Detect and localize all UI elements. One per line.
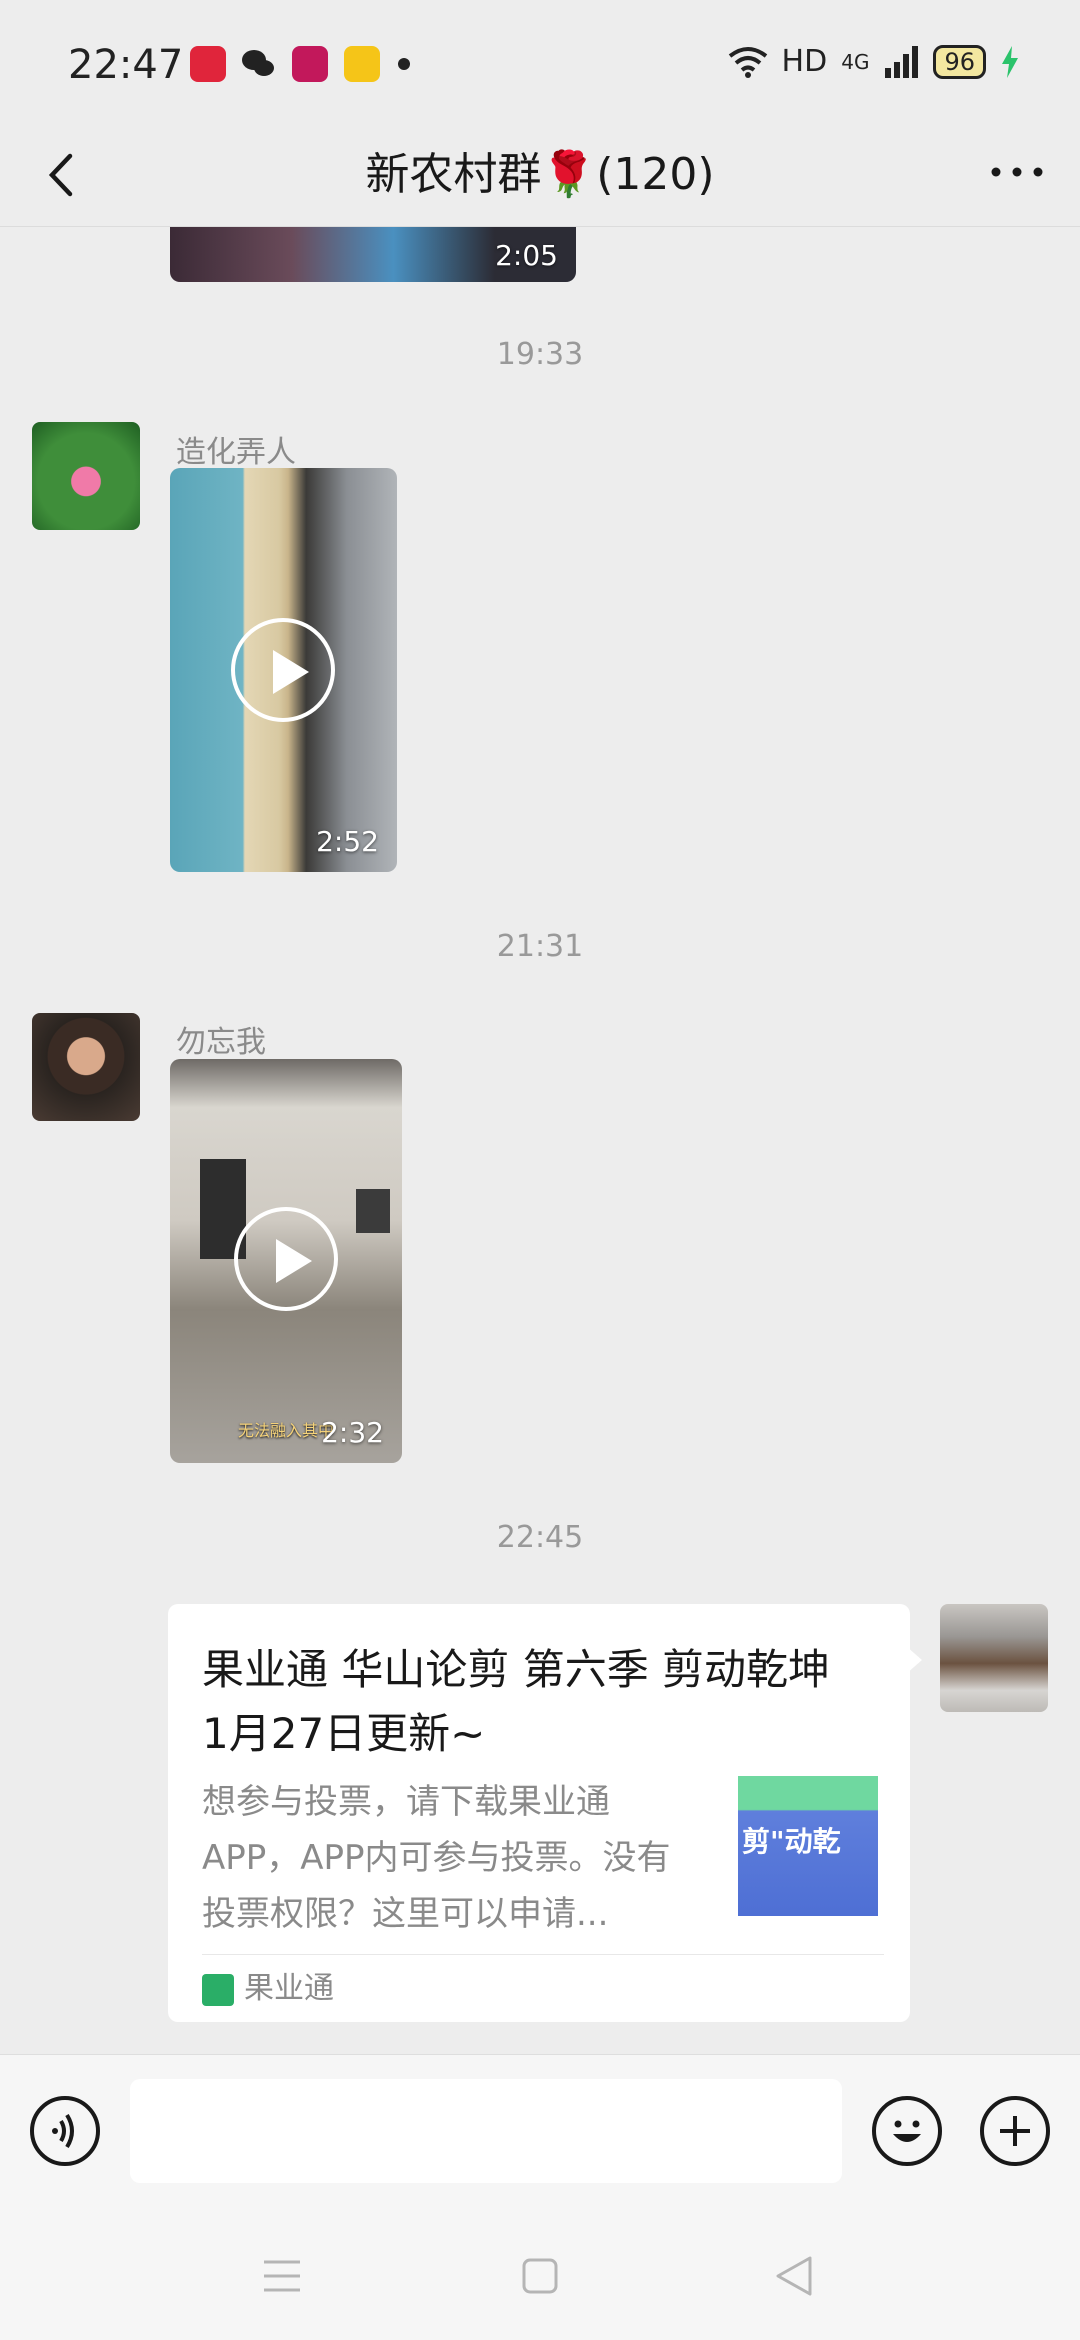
plus-icon: [1000, 2116, 1030, 2146]
timestamp: 21:31: [496, 929, 584, 964]
more-options-button[interactable]: [982, 140, 1052, 210]
video-message-partial[interactable]: 2:05: [170, 227, 576, 282]
avatar[interactable]: [32, 1013, 140, 1121]
input-bar: [0, 2054, 1080, 2207]
sender-name: 造化弄人: [176, 435, 296, 470]
card-thumbnail-text: 剪"动乾: [742, 1825, 841, 1858]
video-duration: 2:52: [316, 825, 379, 858]
source-app-icon: [202, 1974, 234, 2006]
network-type-label: 4G: [841, 49, 870, 74]
video-overlay-caption: 无法融入其中: [238, 1421, 335, 1440]
sender-name: 勿忘我: [176, 1025, 266, 1060]
back-nav-icon[interactable]: [774, 2254, 814, 2298]
card-description: 想参与投票，请下载果业通APP，APP内可参与投票。没有投票权限？这里可以申请.…: [202, 1782, 671, 1934]
video-message[interactable]: 2:52: [170, 468, 397, 872]
menu-icon[interactable]: [262, 2256, 302, 2296]
card-source: 果业通: [244, 1971, 334, 2006]
emoji-button[interactable]: [872, 2096, 942, 2166]
signal-icon: [885, 45, 919, 78]
video-duration: 2:05: [495, 239, 558, 272]
status-time: 22:47: [68, 42, 184, 88]
card-title: 果业通 华山论剪 第六季 剪动乾坤 1月27日更新~: [202, 1645, 831, 1758]
voice-button[interactable]: [30, 2096, 100, 2166]
video-window: [356, 1189, 390, 1233]
my-avatar[interactable]: [940, 1604, 1048, 1712]
timestamp: 19:33: [496, 337, 584, 372]
tiktok-notification-icon: [292, 46, 328, 82]
hd-label: HD: [781, 44, 828, 79]
avatar[interactable]: [32, 422, 140, 530]
more-notifications-dot-icon: [398, 58, 410, 70]
video-message[interactable]: 无法融入其中 2:32: [170, 1059, 402, 1463]
play-icon: [234, 1207, 338, 1311]
wifi-icon: [728, 46, 767, 78]
play-icon: [231, 618, 335, 722]
more-functions-button[interactable]: [980, 2096, 1050, 2166]
charging-icon: [1002, 45, 1018, 78]
home-icon[interactable]: [520, 2256, 560, 2296]
system-navigation-bar: [0, 2206, 1080, 2340]
voice-icon: [52, 2113, 74, 2149]
chat-header: 新农村群🌹(120): [0, 130, 1080, 227]
wechat-notification-icon: [240, 46, 276, 82]
card-tail: [906, 1646, 922, 1674]
shared-link-card[interactable]: 果业通 华山论剪 第六季 剪动乾坤 1月27日更新~ 想参与投票，请下载果业通A…: [168, 1604, 910, 2022]
card-divider: [202, 1954, 884, 1955]
message-input[interactable]: [130, 2079, 842, 2183]
status-bar: 22:47 HD 4G 96: [0, 0, 1080, 130]
video-duration: 2:32: [321, 1416, 384, 1449]
app-notification-icon: [190, 46, 226, 82]
reader-notification-icon: [344, 46, 380, 82]
card-thumbnail: 剪"动乾: [738, 1776, 878, 1916]
timestamp: 22:45: [496, 1520, 584, 1555]
more-dots-icon: [991, 167, 1043, 177]
chat-title: 新农村群🌹(120): [365, 149, 715, 200]
battery-level: 96: [933, 44, 986, 79]
emoji-icon: [893, 2120, 921, 2142]
